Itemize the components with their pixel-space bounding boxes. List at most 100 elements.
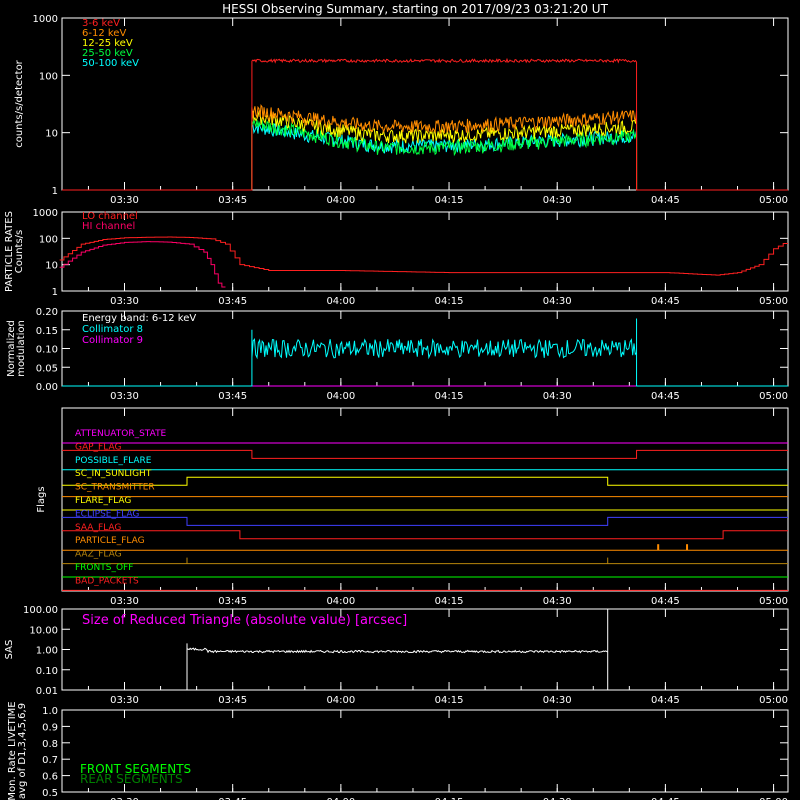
x-tick-label: 04:30	[543, 296, 572, 307]
panel-4: 03:30 03:45 04:00 04:15 04:30 04:45 05:00 Flags…	[36, 407, 789, 607]
y-axis-label: Flags	[36, 486, 47, 512]
y-axis-label: Counts/s	[14, 230, 25, 274]
y-tick-label: 0.20	[36, 307, 58, 318]
y-tick-label: 100	[39, 234, 58, 245]
y-axis-label: avg of D1,3,4,5,6,9	[17, 703, 28, 799]
y-tick-label: 0.10	[36, 345, 58, 356]
x-tick-label: 04:45	[651, 695, 680, 706]
panel-2: 03:30 03:45 04:00 04:15 04:30 04:45 05:00 1 10 10…	[4, 208, 789, 307]
y-tick-label: 0.8	[42, 739, 58, 750]
annotation-text: Size of Reduced Triangle (absolute value…	[82, 613, 407, 628]
x-tick-label: 03:30	[110, 195, 139, 206]
flag-label: FLARE_FLAG	[75, 496, 131, 506]
series-line	[62, 110, 788, 191]
x-tick-label: 04:00	[326, 596, 355, 607]
panel-1: 03:30 03:45 04:00 04:15 04:30 04:45 05:00 1 10 10…	[14, 14, 789, 206]
x-tick-label: 04:00	[326, 391, 355, 402]
x-tick-label: 04:30	[543, 195, 572, 206]
series-line	[62, 103, 788, 191]
y-tick-label: 100	[39, 71, 58, 82]
y-tick-label: 0.5	[42, 788, 58, 799]
legend-entry: HI channel	[82, 221, 135, 232]
x-tick-label: 04:00	[326, 695, 355, 706]
x-tick-label: 03:45	[218, 596, 247, 607]
x-tick-label: 04:45	[651, 596, 680, 607]
x-tick-label: 05:00	[759, 695, 788, 706]
x-tick-label: 04:45	[651, 195, 680, 206]
x-tick-label: 05:00	[759, 391, 788, 402]
x-tick-label: 04:30	[543, 391, 572, 402]
y-tick-label: 0.15	[36, 326, 58, 337]
x-tick-label: 04:30	[543, 596, 572, 607]
y-tick-label: 10.00	[29, 625, 58, 636]
panel-3: 03:30 03:45 04:00 04:15 04:30 04:45 05:00 0.00 0…	[6, 307, 789, 402]
flag-label: SC_IN_SUNLIGHT	[75, 469, 152, 479]
flag-label: FRONTS_OFF	[75, 563, 133, 573]
flag-label: AAZ_FLAG	[75, 550, 122, 560]
legend-entry: Collimator 8	[82, 324, 143, 335]
flag-line	[62, 530, 788, 540]
flag-line	[62, 449, 788, 459]
x-tick-label: 03:30	[110, 695, 139, 706]
y-tick-label: 1000	[33, 208, 58, 219]
x-tick-label: 05:00	[759, 296, 788, 307]
x-tick-label: 04:45	[651, 391, 680, 402]
y-tick-label: 1.0	[42, 706, 58, 717]
series-line	[62, 122, 788, 191]
legend-entry: 50-100 keV	[82, 58, 139, 69]
y-tick-label: 1	[52, 287, 58, 298]
x-tick-label: 04:15	[435, 596, 464, 607]
y-tick-label: 0.7	[42, 755, 58, 766]
y-tick-label: 1000	[33, 14, 58, 25]
panel-6: 03:3003:4504:0004:1504:3004:4505:000.50.…	[7, 701, 789, 800]
y-tick-label: 0.9	[42, 722, 58, 733]
flag-line	[62, 476, 788, 486]
flag-label: POSSIBLE_FLARE	[75, 456, 152, 466]
x-tick-label: 03:30	[110, 391, 139, 402]
x-tick-label: 04:45	[651, 296, 680, 307]
panel-5: 03:30 03:45 04:00 04:15 04:30 04:45 05:00 0.01 0…	[4, 605, 789, 706]
y-axis-label: SAS	[4, 640, 15, 660]
y-tick-label: 0.05	[36, 363, 58, 374]
series-line	[62, 318, 788, 387]
legend-entry: Collimator 9	[82, 335, 143, 346]
x-tick-label: 04:15	[435, 195, 464, 206]
flag-label: BAD_PACKETS	[75, 576, 139, 586]
series-line	[62, 119, 788, 191]
y-axis-label: modulation	[16, 320, 27, 377]
x-tick-label: 03:45	[218, 391, 247, 402]
x-tick-label: 04:15	[435, 695, 464, 706]
y-tick-label: 1	[52, 186, 58, 197]
y-tick-label: 0.00	[36, 382, 58, 393]
flag-label: SC_TRANSMITTER	[75, 483, 155, 493]
y-tick-label: 0.6	[42, 772, 58, 783]
series-line	[59, 241, 226, 288]
x-tick-label: 04:00	[326, 195, 355, 206]
figure-title: HESSI Observing Summary, starting on 201…	[222, 2, 608, 16]
annotation-text: Energy band: 6-12 keV	[82, 313, 196, 324]
x-tick-label: 05:00	[759, 195, 788, 206]
legend-entry: REAR SEGMENTS	[80, 772, 183, 786]
x-tick-label: 04:15	[435, 391, 464, 402]
x-tick-label: 03:30	[110, 596, 139, 607]
x-tick-label: 03:30	[110, 296, 139, 307]
y-tick-label: 10	[45, 261, 58, 272]
flag-label: PARTICLE_FLAG	[75, 536, 145, 546]
y-tick-label: 0.01	[36, 686, 58, 697]
x-tick-label: 03:45	[218, 296, 247, 307]
panel-frame	[61, 17, 789, 191]
y-tick-label: 100.00	[23, 605, 58, 616]
panel-frame	[61, 211, 789, 292]
observing-summary-figure: HESSI Observing Summary, starting on 201…	[4, 2, 789, 800]
x-tick-label: 04:30	[543, 695, 572, 706]
x-tick-label: 04:00	[326, 296, 355, 307]
x-tick-label: 04:15	[435, 296, 464, 307]
series-line	[59, 236, 788, 276]
flag-line	[62, 516, 788, 526]
y-tick-label: 1.00	[36, 646, 58, 657]
y-tick-label: 0.10	[36, 666, 58, 677]
x-tick-label: 03:45	[218, 195, 247, 206]
y-axis-label: counts/s/detector	[14, 59, 25, 147]
x-tick-label: 05:00	[759, 596, 788, 607]
x-tick-label: 03:45	[218, 695, 247, 706]
